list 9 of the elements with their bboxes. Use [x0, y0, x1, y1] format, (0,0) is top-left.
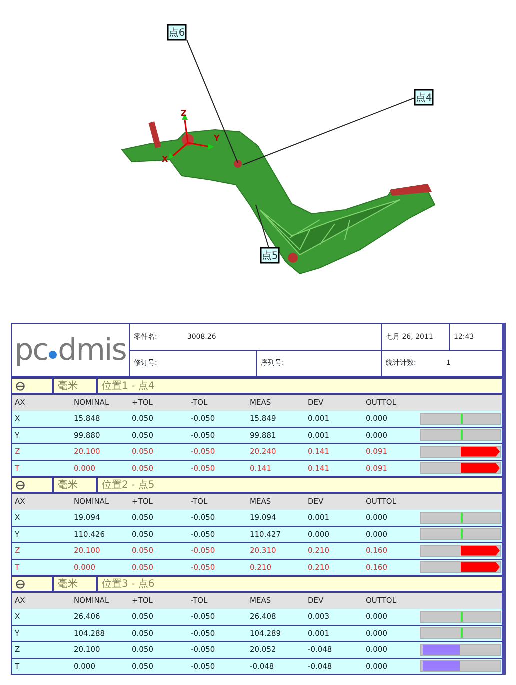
callout-label: 点5: [260, 247, 280, 264]
axis-label: Z: [181, 109, 187, 118]
leader-line: [256, 204, 270, 248]
callout-label: 点4: [414, 89, 434, 106]
callout-label: 点6: [167, 24, 187, 41]
dot-icon: [49, 351, 58, 359]
pcdmis-logo: pc dmis: [14, 332, 128, 370]
coordinate-axes-icon: [169, 114, 214, 159]
axis-label: Y: [214, 134, 220, 143]
